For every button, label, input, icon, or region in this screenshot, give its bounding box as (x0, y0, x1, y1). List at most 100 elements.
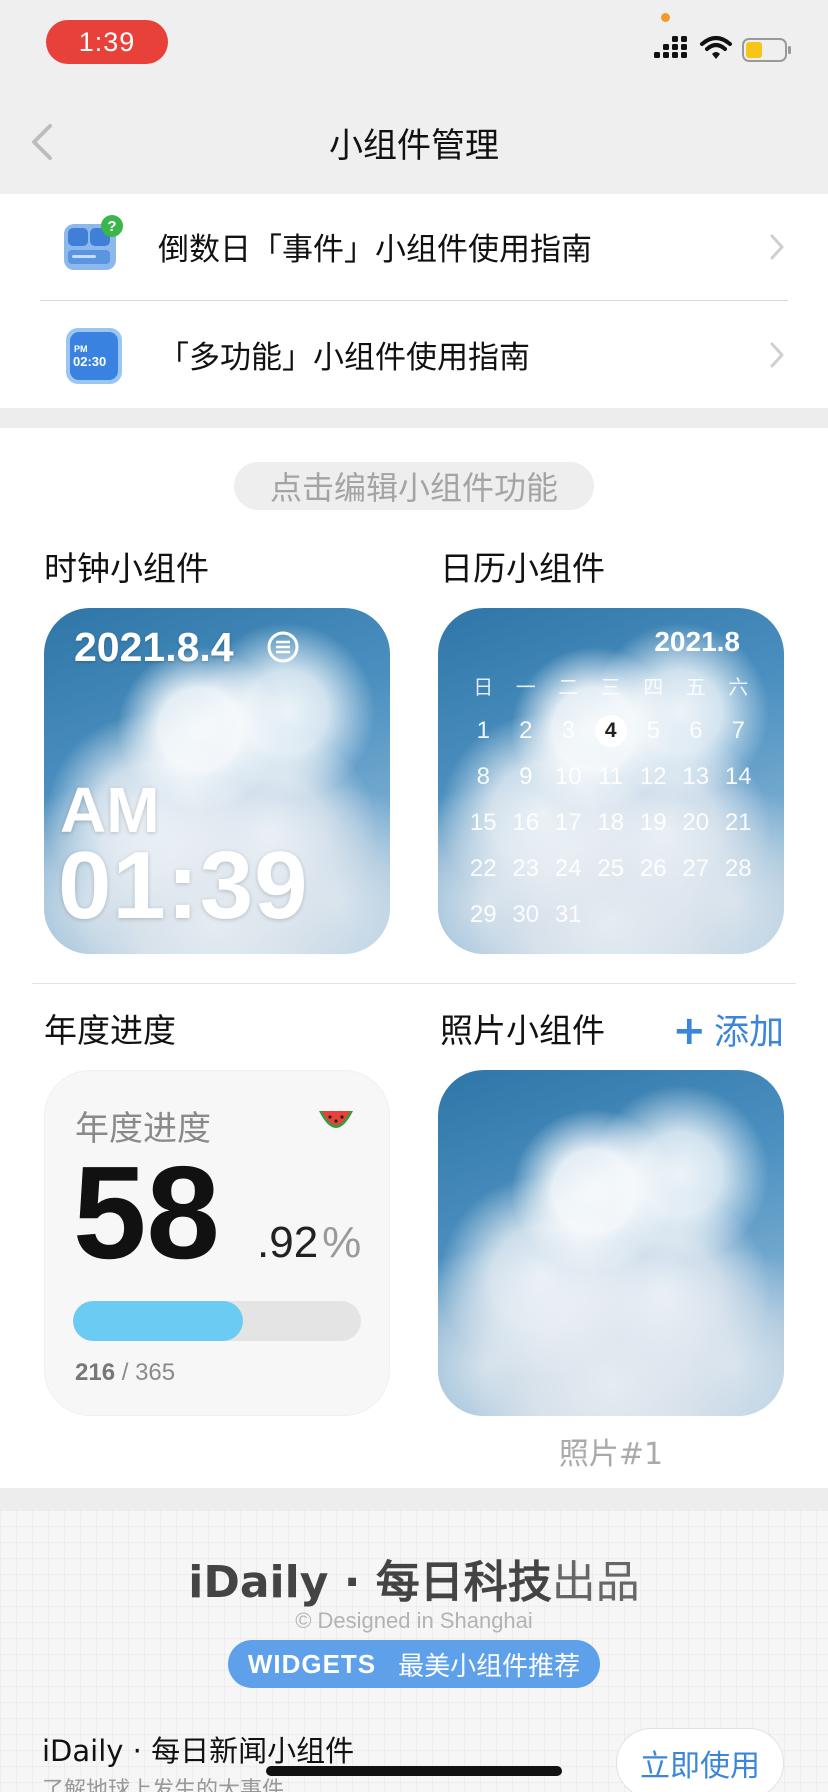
year-progress-bar (73, 1301, 361, 1341)
calendar-day-number: 4 (594, 715, 627, 747)
calendar-day-number: 17 (554, 809, 582, 836)
calendar-day-number: 24 (554, 855, 582, 882)
chevron-right-icon (770, 342, 784, 368)
calendar-day: 26 (632, 855, 675, 883)
signal-icon (654, 36, 687, 58)
year-progress-widget[interactable]: 年度进度 58 .92% 216 / 365 (44, 1070, 390, 1416)
add-photo-label: 添加 (713, 1013, 784, 1053)
guide-item-countdown[interactable]: ? 倒数日「事件」小组件使用指南 (0, 194, 828, 301)
home-indicator[interactable] (266, 1766, 562, 1776)
calendar-day: 16 (505, 809, 548, 837)
clock-time: 01:39 (58, 832, 309, 939)
menu-circle-icon (267, 631, 299, 663)
year-day-count: 216 / 365 (75, 1359, 175, 1387)
add-photo-button[interactable]: + 添加 (672, 1004, 784, 1055)
clock-widget-title: 时钟小组件 (44, 549, 209, 588)
use-now-button[interactable]: 立即使用 (616, 1728, 784, 1792)
count-separator: / (115, 1359, 136, 1386)
calendar-day: 15 (462, 809, 505, 837)
calendar-day-number: 1 (476, 717, 490, 744)
widgets-recommend-banner[interactable]: WIDGETS 最美小组件推荐 (228, 1640, 600, 1688)
calendar-day-number: 27 (682, 855, 710, 882)
calendar-day-number: 18 (597, 809, 625, 836)
divider (32, 983, 796, 984)
day-count: 216 (75, 1359, 116, 1386)
calendar-day: 2 (505, 717, 548, 745)
recording-indicator-dot (661, 13, 670, 22)
calendar-week-row: 8 9 10 11 12 13 14 (462, 754, 760, 800)
calendar-day: 24 (547, 855, 590, 883)
cloud-photo-image (438, 1070, 784, 1416)
designed-in-text: © Designed in Shanghai (295, 1608, 533, 1633)
brand-name: iDaily · 每日科技 (188, 1557, 552, 1608)
calendar-day-number: 21 (724, 809, 752, 836)
calendar-grid: 日 一 二 三 四 五 六 1 2 3 4 5 6 7 8 9 10 11 12 13 14 15 16 17 1… (462, 662, 760, 938)
calendar-day-number: 8 (476, 763, 490, 790)
widget-clock-icon: PM 02:30 (66, 328, 122, 384)
calendar-day-number: 31 (554, 901, 582, 928)
calendar-day: 9 (505, 763, 548, 791)
status-bar: 1:39 (0, 0, 828, 88)
clock-widget[interactable]: 2021.8.4 AM 01:39 (44, 608, 390, 954)
percent-sign: % (322, 1218, 362, 1267)
calendar-day: 31 (547, 901, 590, 929)
calendar-day: 12 (632, 763, 675, 791)
calendar-day-number: 26 (639, 855, 667, 882)
calendar-day-number: 9 (519, 763, 533, 790)
weekday-label: 四 (643, 676, 664, 699)
calendar-week-row: 15 16 17 18 19 20 21 (462, 800, 760, 846)
calendar-day: 17 (547, 809, 590, 837)
svg-text:?: ? (107, 218, 116, 235)
calendar-day-number: 15 (469, 809, 497, 836)
calendar-day: 21 (717, 809, 760, 837)
calendar-day-number: 10 (554, 763, 582, 790)
calendar-day: 11 (590, 763, 633, 791)
wifi-icon (700, 36, 732, 59)
weekday-label: 六 (728, 676, 749, 699)
widget-help-icon: ? (64, 215, 123, 270)
calendar-day: 25 (590, 855, 633, 883)
calendar-week-row: 22 23 24 25 26 27 28 (462, 846, 760, 892)
weekday-label: 日 (473, 676, 494, 699)
calendar-day: 27 (675, 855, 718, 883)
watermelon-icon (319, 1111, 353, 1128)
calendar-day: 18 (590, 809, 633, 837)
widgets-cn-label: 最美小组件推荐 (398, 1651, 581, 1682)
widget-section: 点击编辑小组件功能 时钟小组件 日历小组件 2021.8.4 AM 01:39 … (0, 428, 828, 1488)
calendar-day: 10 (547, 763, 590, 791)
guide-item-multifunction[interactable]: PM 02:30 「多功能」小组件使用指南 (0, 302, 828, 408)
calendar-day-number: 23 (512, 855, 540, 882)
svg-text:02:30: 02:30 (73, 354, 106, 369)
page-title: 小组件管理 (329, 126, 499, 166)
weekday-label: 五 (685, 676, 706, 699)
year-progress-fill (73, 1301, 243, 1341)
calendar-day-today: 4 (590, 715, 633, 747)
plus-icon: + (672, 1008, 706, 1054)
calendar-day-number: 3 (561, 717, 575, 744)
calendar-day-number: 19 (639, 809, 667, 836)
calendar-day-number: 6 (689, 717, 703, 744)
svg-text:PM: PM (74, 344, 88, 354)
weekday-label: 三 (600, 676, 621, 699)
promo-subtitle: 了解地球上发生的大事件 (42, 1778, 285, 1792)
calendar-day-number: 22 (469, 855, 497, 882)
photo-widget[interactable] (438, 1070, 784, 1416)
photo-widget-title: 照片小组件 (440, 1011, 605, 1050)
calendar-day: 1 (462, 717, 505, 745)
weekday-label: 二 (558, 676, 579, 699)
chevron-right-icon (770, 234, 784, 260)
guide-label: 「多功能」小组件使用指南 (158, 340, 530, 376)
calendar-day-number: 28 (724, 855, 752, 882)
calendar-day-number: 11 (598, 763, 624, 790)
calendar-day-number: 7 (731, 717, 745, 744)
calendar-month: 2021.8 (654, 626, 740, 657)
calendar-day-number: 25 (597, 855, 625, 882)
calendar-week-row: 29 30 31 (462, 892, 760, 938)
calendar-day: 19 (632, 809, 675, 837)
calendar-widget[interactable]: 2021.8 日 一 二 三 四 五 六 1 2 3 4 5 6 7 8 9 10 11 12 13 14… (438, 608, 784, 954)
calendar-day: 29 (462, 901, 505, 929)
battery-icon (742, 38, 791, 62)
total-days: 365 (135, 1359, 176, 1386)
edit-widget-hint[interactable]: 点击编辑小组件功能 (234, 462, 594, 510)
calendar-weekday-row: 日 一 二 三 四 五 六 (462, 662, 760, 708)
